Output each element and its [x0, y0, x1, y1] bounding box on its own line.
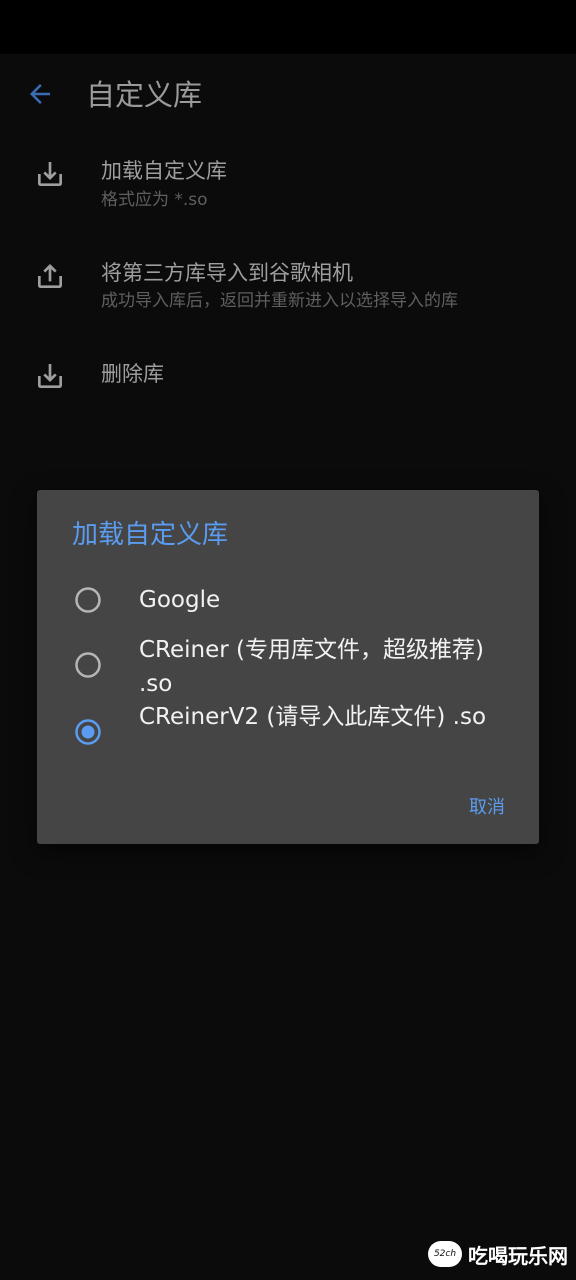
back-button[interactable] — [22, 76, 58, 112]
radio-unchecked-icon[interactable] — [74, 586, 102, 614]
option-creinerv2[interactable]: CReinerV2 (请导入此库文件) .so — [37, 700, 539, 768]
cancel-button[interactable]: 取消 — [447, 788, 527, 824]
upload-icon — [34, 260, 66, 292]
option-creiner[interactable]: CReiner (专用库文件，超级推荐) .so — [37, 633, 539, 701]
pref-summary: 格式应为 *.so — [101, 190, 208, 210]
pref-title: 将第三方库导入到谷歌相机 — [101, 261, 353, 285]
radio-checked-icon[interactable] — [74, 718, 102, 746]
watermark: 52ch 吃喝玩乐网 — [428, 1234, 568, 1274]
option-label: CReinerV2 (请导入此库文件) .so — [139, 704, 487, 730]
pref-title: 加载自定义库 — [101, 159, 227, 183]
load-custom-lib-dialog: 加载自定义库 Google CReiner (专用库文件，超级推荐) .so C… — [37, 490, 539, 844]
watermark-logo: 52ch — [428, 1241, 462, 1267]
download-icon — [34, 158, 66, 190]
pref-import-third-party-lib[interactable]: 将第三方库导入到谷歌相机 成功导入库后，返回并重新进入以选择导入的库 — [0, 252, 576, 322]
option-label: Google — [139, 587, 221, 613]
arrow-left-icon — [30, 84, 50, 104]
pref-title: 删除库 — [101, 362, 164, 386]
status-bar — [0, 0, 576, 54]
watermark-text: 吃喝玩乐网 — [468, 1243, 568, 1268]
pref-delete-lib[interactable]: 删除库 — [0, 356, 576, 400]
app-bar: 自定义库 — [0, 54, 576, 138]
pref-load-custom-lib[interactable]: 加载自定义库 格式应为 *.so — [0, 150, 576, 220]
dialog-title: 加载自定义库 — [72, 520, 229, 550]
page-title: 自定义库 — [86, 78, 203, 112]
pref-summary: 成功导入库后，返回并重新进入以选择导入的库 — [101, 291, 458, 311]
option-google[interactable]: Google — [37, 580, 539, 620]
radio-unchecked-icon[interactable] — [74, 651, 102, 679]
download-icon — [34, 360, 66, 392]
option-label: CReiner (专用库文件，超级推荐) .so — [139, 637, 484, 697]
